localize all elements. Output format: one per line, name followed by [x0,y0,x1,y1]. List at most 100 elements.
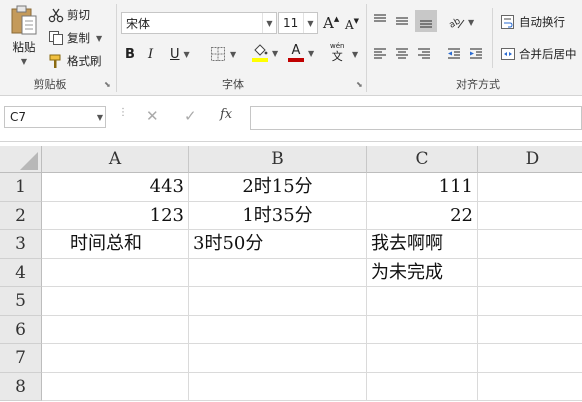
orientation-dropdown-icon[interactable]: ▼ [468,18,474,27]
align-left-button[interactable] [372,44,392,64]
underline-dropdown-icon[interactable]: ▼ [184,50,190,59]
bold-button[interactable]: B [125,44,135,64]
align-right-button[interactable] [416,44,436,64]
row-header-5[interactable]: 5 [0,287,42,316]
cell-d3[interactable] [478,230,582,259]
increase-indent-button[interactable] [468,44,488,64]
cell-b2[interactable]: 1时35分 [189,201,367,230]
cell-a4[interactable] [42,258,189,287]
fill-color-button[interactable]: ▼ [252,42,278,64]
cell-d4[interactable] [478,259,582,287]
cell-b6[interactable] [189,315,367,344]
font-size-dropdown-icon[interactable]: ▼ [303,13,317,33]
column-header-b[interactable]: B [189,146,367,173]
increase-font-size-button[interactable]: A ▲ [323,14,339,32]
copy-button[interactable]: 复制 ▼ [48,29,102,47]
insert-function-button[interactable]: fx [220,107,232,122]
paste-dropdown-icon[interactable]: ▼ [21,57,27,66]
wrap-text-button[interactable]: 自动换行 [500,12,565,32]
font-color-dropdown-icon[interactable]: ▼ [308,49,314,58]
row-header-1[interactable]: 1 [0,173,42,202]
cell-a2[interactable]: 123 [42,201,189,230]
cell-c7[interactable] [367,344,478,373]
phonetic-guide-button[interactable]: wén 文 [330,42,344,66]
confirm-entry-icon[interactable]: ✓ [184,107,197,125]
copy-label: 复制 [67,31,90,45]
cell-c3[interactable]: 我去啊啊 [367,230,478,259]
font-dialog-launcher-icon[interactable]: ⬊ [356,80,366,90]
cell-b8[interactable] [189,372,367,401]
paste-icon [11,5,37,35]
merge-center-button[interactable]: 合并后居中 [500,44,577,64]
name-box-dropdown-icon[interactable]: ▼ [97,113,103,122]
italic-button[interactable]: I [148,44,153,64]
cell-c2[interactable]: 22 [367,201,478,230]
cell-d8[interactable] [478,373,582,401]
cell-d7[interactable] [478,344,582,373]
cell-b4[interactable] [189,258,367,287]
align-middle-button[interactable] [394,10,414,30]
cell-d6[interactable] [478,316,582,344]
fill-color-dropdown-icon[interactable]: ▼ [272,49,278,58]
borders-button[interactable]: ▼ [210,44,236,64]
row-header-4[interactable]: 4 [0,258,42,287]
cell-b1[interactable]: 2时15分 [189,173,367,202]
align-center-button[interactable] [394,44,414,64]
font-name-dropdown-icon[interactable]: ▼ [262,13,276,33]
column-header-a[interactable]: A [42,146,189,173]
formula-input-value [251,107,255,121]
copy-dropdown-icon[interactable]: ▼ [96,34,102,43]
cut-button[interactable]: 剪切 [48,6,90,24]
cell-b5[interactable] [189,287,367,316]
cell-a5[interactable] [42,287,189,316]
row-header-3[interactable]: 3 [0,230,42,259]
decrease-font-size-button[interactable]: A ▼ [345,16,359,34]
cancel-entry-icon[interactable]: ✕ [146,107,159,125]
cell-d1[interactable] [478,173,582,202]
cell-c4[interactable]: 为未完成 [367,258,478,287]
column-header-d[interactable]: D [478,146,582,173]
phonetic-dropdown-icon[interactable]: ▼ [352,50,358,59]
row-header-7[interactable]: 7 [0,344,42,373]
cell-a3[interactable]: 时间总和 [42,230,189,259]
cell-c5[interactable] [367,287,478,316]
cell-d5[interactable] [478,287,582,316]
orientation-button[interactable]: ab ▼ [448,12,474,32]
row-header-6[interactable]: 6 [0,315,42,344]
borders-dropdown-icon[interactable]: ▼ [230,50,236,59]
align-bottom-button[interactable] [415,10,437,32]
cell-b7[interactable] [189,344,367,373]
cell-b3[interactable]: 3时50分 [189,230,367,259]
align-top-icon [374,14,386,22]
cell-c8[interactable] [367,372,478,401]
cell-a1[interactable]: 443 [42,173,189,202]
format-painter-button[interactable]: 格式刷 [48,52,102,70]
align-top-button[interactable] [372,10,392,30]
cell-a6[interactable] [42,315,189,344]
svg-text:ab: ab [448,16,463,30]
align-middle-icon [396,17,408,25]
cell-c1[interactable]: 111 [367,173,478,202]
decrease-indent-button[interactable] [446,44,466,64]
underline-button[interactable]: U ▼ [170,44,190,64]
font-size-select[interactable]: 11 ▼ [278,12,318,34]
row-header-2[interactable]: 2 [0,201,42,230]
cell-d2[interactable] [478,202,582,230]
cell-a8[interactable] [42,372,189,401]
phonetic-bottom-text: 文 [331,50,343,63]
increase-arrow-icon: ▲ [333,15,340,23]
worksheet-grid[interactable]: A B C D 1 443 2时15分 111 2 123 1时35分 22 3 时间总和 3时50分 我去啊… [0,146,582,402]
column-header-c[interactable]: C [367,146,478,173]
paste-label: 粘贴 [12,40,36,54]
name-box[interactable]: C7 ▼ [4,106,106,128]
row-header-8[interactable]: 8 [0,372,42,401]
cell-c6[interactable] [367,315,478,344]
clipboard-dialog-launcher-icon[interactable]: ⬊ [104,80,114,90]
font-color-swatch: A [288,44,304,62]
paste-button[interactable]: 粘贴 ▼ [6,4,42,70]
cell-a7[interactable] [42,344,189,373]
font-name-select[interactable]: 宋体 ▼ [121,12,277,34]
select-all-corner[interactable] [0,146,42,173]
font-color-button[interactable]: A ▼ [288,42,314,64]
formula-input[interactable] [250,106,582,130]
